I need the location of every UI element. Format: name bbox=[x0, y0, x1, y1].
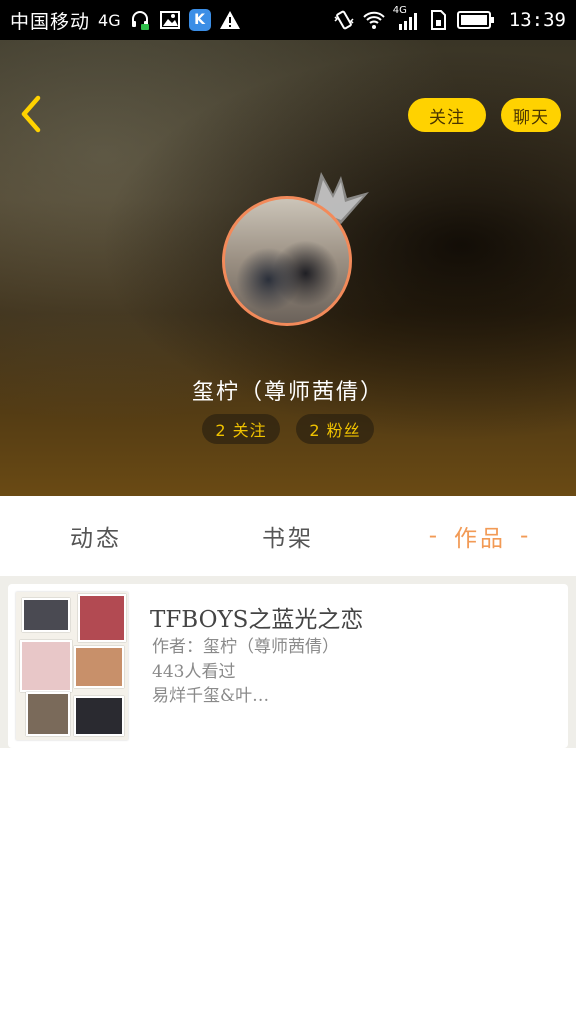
k-app-icon: K bbox=[188, 9, 211, 31]
carrier-label: 中国移动 bbox=[10, 10, 91, 33]
cover-photo bbox=[74, 646, 124, 688]
battery-icon bbox=[456, 11, 494, 29]
status-left: 中国移动 4G K bbox=[10, 7, 241, 34]
status-right: 4G 13:39 bbox=[333, 5, 566, 31]
cover-photo bbox=[22, 598, 70, 632]
book-title[interactable]: TFBOYS之蓝光之恋 bbox=[150, 600, 363, 634]
tab-label: 作品 bbox=[454, 526, 506, 552]
cover-photo bbox=[74, 696, 124, 736]
vibrate-icon bbox=[334, 10, 354, 30]
status-bar: 中国移动 4G K 4G 13:39 bbox=[0, 0, 576, 40]
followers-count[interactable]: 2 粉丝 bbox=[296, 414, 374, 444]
warning-icon bbox=[219, 11, 240, 29]
follow-button[interactable]: 关注 bbox=[408, 98, 486, 132]
tab-dash-right: - bbox=[520, 523, 532, 549]
cover-photo bbox=[20, 640, 72, 692]
cover-photo bbox=[26, 692, 70, 736]
user-name: 玺柠（尊师茜倩） bbox=[191, 380, 384, 405]
profile-header: 关注 聊天 玺柠（尊师茜倩） 2 关注 2 粉丝 bbox=[0, 40, 576, 496]
avatar-wrap bbox=[222, 196, 352, 326]
book-description: 易烊千玺&叶… bbox=[152, 686, 270, 706]
tab-dash-left: - bbox=[428, 523, 440, 549]
book-cover[interactable] bbox=[16, 592, 128, 740]
book-author: 作者：玺柠（尊师茜倩） bbox=[152, 637, 339, 657]
sim-icon bbox=[430, 10, 446, 30]
wifi-icon bbox=[363, 11, 385, 29]
back-icon[interactable] bbox=[12, 92, 52, 136]
tab-works[interactable]: - 作品 - bbox=[384, 496, 576, 576]
book-views: 443人看过 bbox=[152, 662, 236, 682]
following-count[interactable]: 2 关注 bbox=[202, 414, 280, 444]
tab-label: 动态 bbox=[70, 526, 122, 552]
network-label: 4G bbox=[98, 10, 121, 30]
tab-label: 书架 bbox=[262, 526, 314, 552]
avatar[interactable] bbox=[222, 196, 352, 326]
profile-tabs: 动态 书架 - 作品 - bbox=[0, 496, 576, 576]
headset-icon bbox=[131, 11, 149, 30]
signal-group: 4G bbox=[393, 5, 419, 31]
cover-photo bbox=[78, 594, 126, 642]
gallery-icon bbox=[159, 11, 180, 29]
tab-moments[interactable]: 动态 bbox=[0, 496, 192, 576]
chat-button[interactable]: 聊天 bbox=[501, 98, 561, 132]
clock: 13:39 bbox=[508, 9, 566, 31]
tab-bookshelf[interactable]: 书架 bbox=[192, 496, 384, 576]
signal-icon bbox=[398, 13, 417, 30]
